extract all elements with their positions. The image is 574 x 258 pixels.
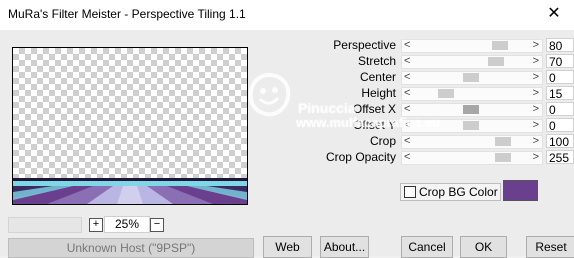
slider-label: Crop [369, 134, 396, 148]
slider-right-arrow-icon[interactable]: > [533, 119, 539, 132]
zoom-level: 25% [104, 216, 150, 233]
slider-label: Height [361, 86, 396, 100]
slider-thumb[interactable] [463, 105, 479, 114]
slider-left-arrow-icon[interactable]: < [404, 39, 410, 52]
perspective-tile-strip [13, 178, 247, 204]
slider-thumb[interactable] [492, 41, 508, 50]
about-button[interactable]: About... [320, 236, 369, 258]
slider-value-field[interactable]: 15 [546, 86, 574, 101]
web-button[interactable]: Web [263, 236, 312, 258]
title-bar: MuRa's Filter Meister - Perspective Tili… [0, 0, 574, 30]
slider-track[interactable]: < > [401, 71, 543, 85]
slider-row: Center < >0 [300, 70, 574, 85]
slider-row: Crop Opacity < >255 [300, 150, 574, 165]
slider-row: Offset Y < >0 [300, 118, 574, 133]
slider-left-arrow-icon[interactable]: < [404, 119, 410, 132]
slider-thumb[interactable] [495, 153, 511, 162]
slider-left-arrow-icon[interactable]: < [404, 55, 410, 68]
slider-track[interactable]: < > [401, 135, 543, 149]
slider-row: Height < >15 [300, 86, 574, 101]
slider-left-arrow-icon[interactable]: < [404, 135, 410, 148]
slider-row: Stretch < >70 [300, 54, 574, 69]
slider-thumb[interactable] [463, 121, 479, 130]
slider-value-field[interactable]: 70 [546, 54, 574, 69]
slider-right-arrow-icon[interactable]: > [533, 151, 539, 164]
slider-right-arrow-icon[interactable]: > [533, 55, 539, 68]
zoom-scrollbar[interactable] [8, 217, 82, 233]
slider-row: Offset X < >0 [300, 102, 574, 117]
slider-label: Stretch [357, 54, 396, 68]
slider-right-arrow-icon[interactable]: > [533, 71, 539, 84]
slider-value-field[interactable]: 0 [546, 102, 574, 117]
slider-right-arrow-icon[interactable]: > [533, 135, 539, 148]
preview-canvas[interactable] [12, 47, 248, 205]
slider-value-field[interactable]: 0 [546, 70, 574, 85]
slider-thumb[interactable] [438, 89, 454, 98]
zoom-out-button[interactable]: − [150, 218, 164, 232]
slider-track[interactable]: < > [401, 39, 543, 53]
slider-track[interactable]: < > [401, 55, 543, 69]
crop-bg-color-swatch[interactable] [503, 180, 538, 201]
slider-label: Offset X [352, 102, 396, 116]
ok-button[interactable]: OK [460, 236, 507, 258]
crop-bg-color-checkbox[interactable]: Crop BG Color [400, 183, 501, 201]
slider-right-arrow-icon[interactable]: > [533, 87, 539, 100]
slider-label: Offset Y [353, 118, 396, 132]
slider-left-arrow-icon[interactable]: < [404, 103, 410, 116]
slider-label: Crop Opacity [325, 150, 396, 164]
checkbox-box[interactable] [404, 186, 416, 198]
slider-left-arrow-icon[interactable]: < [404, 71, 410, 84]
host-status: Unknown Host ("9PSP") [8, 238, 254, 258]
slider-row: Perspective < >80 [300, 38, 574, 53]
reset-button[interactable]: Reset [526, 236, 574, 258]
slider-right-arrow-icon[interactable]: > [533, 39, 539, 52]
slider-value-field[interactable]: 255 [546, 150, 574, 165]
window-title: MuRa's Filter Meister - Perspective Tili… [8, 7, 246, 21]
slider-value-field[interactable]: 80 [546, 38, 574, 53]
slider-label: Center [359, 70, 396, 84]
slider-track[interactable]: < > [401, 119, 543, 133]
slider-track[interactable]: < > [401, 87, 543, 101]
slider-row: Crop < >100 [300, 134, 574, 149]
slider-thumb[interactable] [463, 73, 479, 82]
slider-right-arrow-icon[interactable]: > [533, 103, 539, 116]
slider-value-field[interactable]: 0 [546, 118, 574, 133]
cancel-button[interactable]: Cancel [401, 236, 453, 258]
slider-value-field[interactable]: 100 [546, 134, 574, 149]
crop-bg-color-label: Crop BG Color [419, 185, 498, 199]
slider-thumb[interactable] [495, 137, 511, 146]
slider-left-arrow-icon[interactable]: < [404, 87, 410, 100]
zoom-in-button[interactable]: + [89, 218, 103, 232]
slider-track[interactable]: < > [401, 103, 543, 117]
close-icon[interactable]: ✕ [544, 4, 564, 24]
slider-track[interactable]: < > [401, 151, 543, 165]
slider-label: Perspective [333, 38, 396, 52]
slider-thumb[interactable] [488, 57, 504, 66]
slider-left-arrow-icon[interactable]: < [404, 151, 410, 164]
